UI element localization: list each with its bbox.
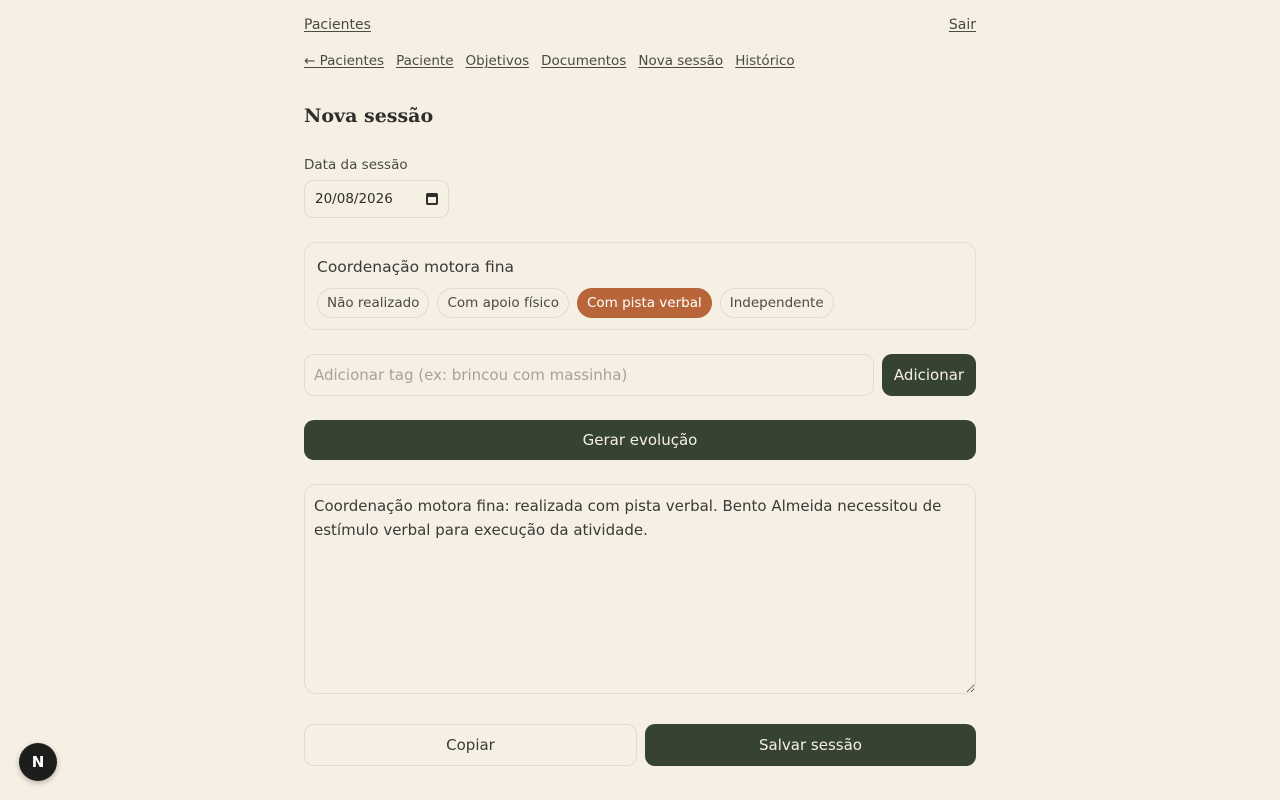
session-date-input[interactable]: 20/08/2026 xyxy=(304,180,449,218)
save-session-button[interactable]: Salvar sessão xyxy=(645,724,976,766)
top-bar: Pacientes Sair xyxy=(304,17,976,37)
subnav-item-documents[interactable]: Documentos xyxy=(541,53,626,69)
subnav-item-goals[interactable]: Objetivos xyxy=(466,53,530,69)
goal-title: Coordenação motora fina xyxy=(317,258,515,276)
tag-input[interactable] xyxy=(304,354,874,396)
subnav-item-history[interactable]: Histórico xyxy=(735,53,794,69)
back-to-patients-link[interactable]: ← Pacientes xyxy=(304,53,384,69)
status-chip-independent[interactable]: Independente xyxy=(719,288,834,318)
subnav-item-patient[interactable]: Paciente xyxy=(396,53,453,69)
session-date-label: Data da sessão xyxy=(304,157,408,173)
subnav-item-new-session[interactable]: Nova sessão xyxy=(638,53,723,69)
copy-button[interactable]: Copiar xyxy=(304,724,637,766)
patient-subnav: ← Pacientes Paciente Objetivos Documento… xyxy=(304,53,795,69)
goal-card: Coordenação motora fina Não realizado Co… xyxy=(304,242,976,330)
patients-link[interactable]: Pacientes xyxy=(304,17,371,33)
status-chip-verbal-cue[interactable]: Com pista verbal xyxy=(576,288,712,318)
dev-tools-badge[interactable]: N xyxy=(19,743,57,781)
generate-evolution-button[interactable]: Gerar evolução xyxy=(304,420,976,460)
page-title: Nova sessão xyxy=(304,105,434,127)
status-chip-physical-support[interactable]: Com apoio físico xyxy=(437,288,569,318)
session-date-value: 20/08/2026 xyxy=(315,191,393,207)
calendar-icon[interactable] xyxy=(426,193,438,205)
evolution-textarea[interactable]: Coordenação motora fina: realizada com p… xyxy=(304,484,976,694)
status-chip-not-done[interactable]: Não realizado xyxy=(317,288,430,318)
logout-link[interactable]: Sair xyxy=(949,17,976,33)
goal-status-options: Não realizado Com apoio físico Com pista… xyxy=(317,288,834,318)
add-tag-button[interactable]: Adicionar xyxy=(882,354,976,396)
